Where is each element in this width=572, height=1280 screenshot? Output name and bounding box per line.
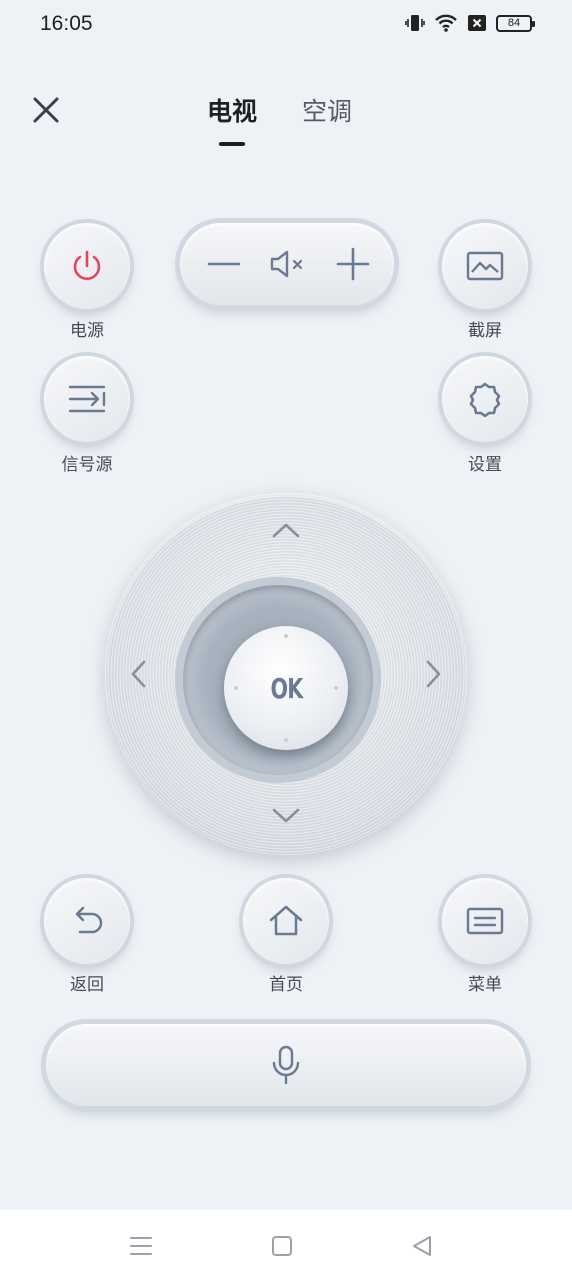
home-nav-button[interactable]	[268, 1232, 296, 1260]
screenshot-label: 截屏	[468, 321, 502, 340]
minus-icon	[207, 262, 241, 266]
volume-down-button[interactable]	[194, 223, 254, 305]
square-icon	[272, 1236, 292, 1256]
system-nav-bar	[0, 1210, 572, 1280]
ok-button[interactable]: OK	[224, 626, 348, 750]
battery-icon: 84	[496, 14, 535, 32]
microphone-icon	[272, 1045, 300, 1085]
back-arrow-icon	[75, 906, 103, 934]
ok-dot-top	[284, 634, 288, 638]
mute-icon	[270, 250, 303, 278]
back-nav-button[interactable]	[408, 1232, 436, 1260]
triangle-back-icon	[413, 1236, 431, 1256]
left-button[interactable]	[113, 649, 163, 699]
ok-dot-bottom	[284, 738, 288, 742]
battery-level: 84	[507, 17, 521, 29]
up-button[interactable]	[261, 505, 311, 555]
power-icon	[73, 250, 101, 280]
menu-label: 菜单	[468, 975, 502, 994]
recent-apps-icon	[130, 1237, 152, 1255]
source-label: 信号源	[61, 455, 113, 474]
direction-pad: OK	[105, 493, 467, 855]
screenshot-icon	[466, 251, 504, 281]
home-label: 首页	[269, 975, 303, 994]
ok-dot-left	[234, 686, 238, 690]
input-source-icon	[68, 385, 106, 413]
status-time: 16:05	[40, 12, 93, 35]
volume-control	[180, 223, 394, 305]
tab-bar: 电视 空调	[0, 92, 572, 146]
gear-icon	[469, 382, 501, 417]
power-button[interactable]	[44, 223, 130, 309]
chevron-down-icon	[272, 808, 300, 823]
wifi-icon	[435, 14, 457, 32]
active-tab-indicator	[219, 142, 245, 146]
tab-tv[interactable]: 电视	[207, 92, 257, 128]
settings-label: 设置	[468, 455, 502, 474]
mute-button[interactable]	[257, 223, 317, 305]
status-icons: 84	[405, 13, 535, 33]
chevron-right-icon	[426, 660, 441, 688]
no-sim-icon	[468, 15, 486, 31]
ok-label: OK	[270, 671, 303, 705]
settings-button[interactable]	[442, 356, 528, 442]
plus-icon	[336, 247, 370, 281]
top-nav: 电视 空调	[0, 80, 572, 146]
chevron-left-icon	[131, 660, 146, 688]
recent-apps-button[interactable]	[127, 1232, 155, 1260]
home-button[interactable]	[243, 878, 329, 964]
source-button[interactable]	[44, 356, 130, 442]
volume-up-button[interactable]	[323, 223, 383, 305]
vibrate-icon	[405, 15, 425, 31]
voice-button[interactable]	[46, 1024, 526, 1106]
power-label: 电源	[70, 321, 104, 340]
menu-icon	[466, 907, 504, 935]
status-bar: 16:05 84	[0, 0, 572, 52]
back-button[interactable]	[44, 878, 130, 964]
ok-ring: OK	[183, 585, 373, 775]
ok-dot-right	[334, 686, 338, 690]
down-button[interactable]	[261, 791, 311, 841]
right-button[interactable]	[409, 649, 459, 699]
home-icon	[269, 905, 303, 936]
chevron-up-icon	[272, 523, 300, 538]
screenshot-button[interactable]	[442, 223, 528, 309]
menu-button[interactable]	[442, 878, 528, 964]
tab-air-conditioner[interactable]: 空调	[302, 92, 352, 128]
back-label: 返回	[70, 975, 104, 994]
